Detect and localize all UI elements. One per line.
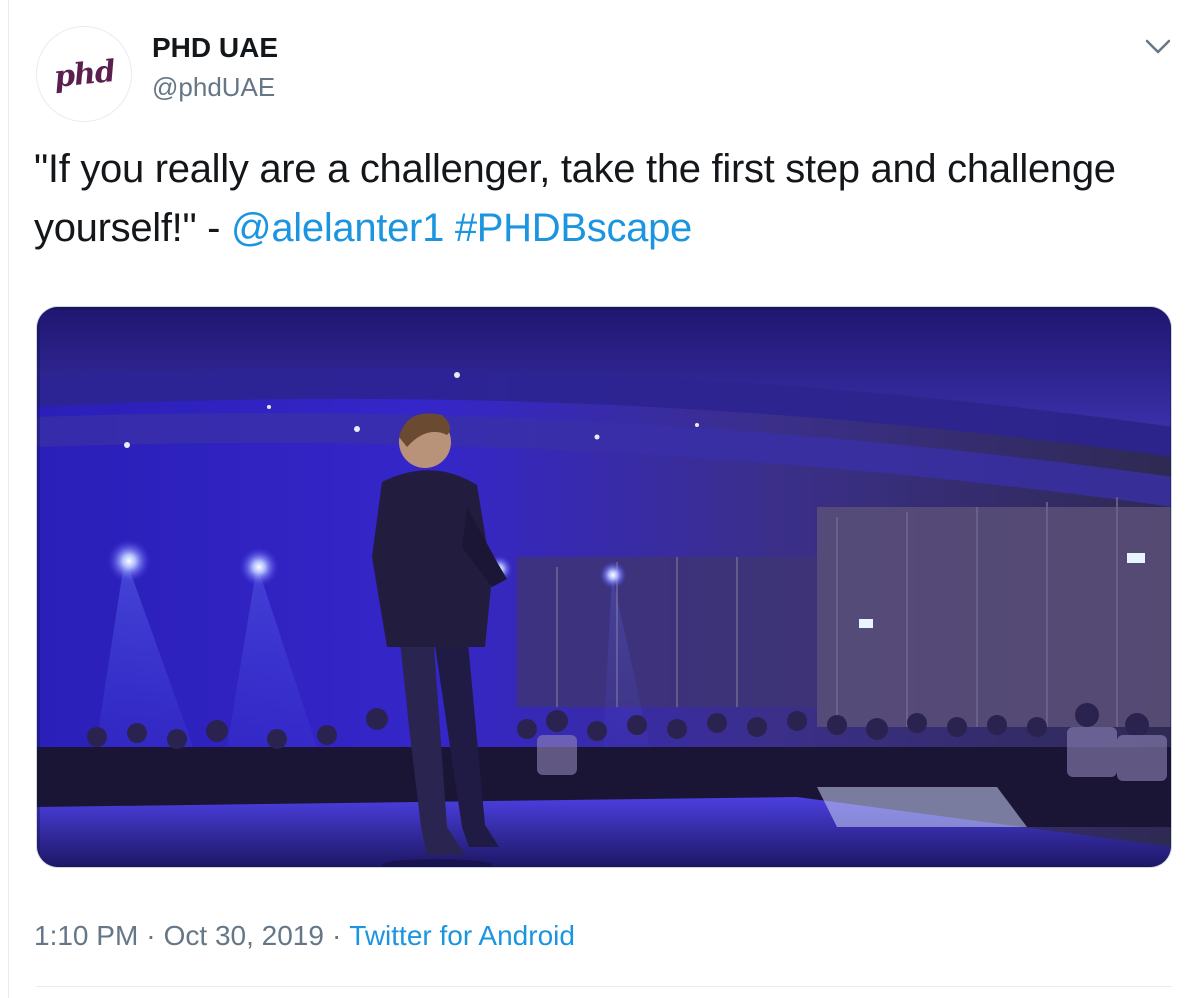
- tweet-card: phd PHD UAE @phdUAE "If you really are a…: [0, 0, 1202, 998]
- chevron-down-icon[interactable]: [1142, 30, 1174, 62]
- tweet-source-link[interactable]: Twitter for Android: [349, 920, 575, 951]
- avatar-logo: phd: [51, 53, 117, 95]
- tweet-meta: 1:10 PM · Oct 30, 2019 · Twitter for Android: [34, 920, 575, 952]
- meta-separator: ·: [146, 920, 156, 951]
- hashtag-link[interactable]: #PHDBscape: [455, 206, 692, 250]
- avatar[interactable]: phd: [36, 26, 132, 122]
- display-name[interactable]: PHD UAE: [152, 32, 278, 64]
- bottom-divider: [36, 986, 1172, 987]
- user-handle[interactable]: @phdUAE: [152, 72, 275, 103]
- tweet-text: "If you really are a challenger, take th…: [34, 140, 1174, 258]
- meta-separator-2: ·: [331, 920, 342, 951]
- mention-link[interactable]: @alelanter1: [231, 206, 444, 250]
- tweet-photo[interactable]: [36, 306, 1172, 868]
- left-border: [8, 0, 9, 998]
- tweet-time[interactable]: 1:10 PM: [34, 920, 138, 951]
- tweet-date[interactable]: Oct 30, 2019: [164, 920, 324, 951]
- photo-stage-speaker-image: [37, 307, 1171, 867]
